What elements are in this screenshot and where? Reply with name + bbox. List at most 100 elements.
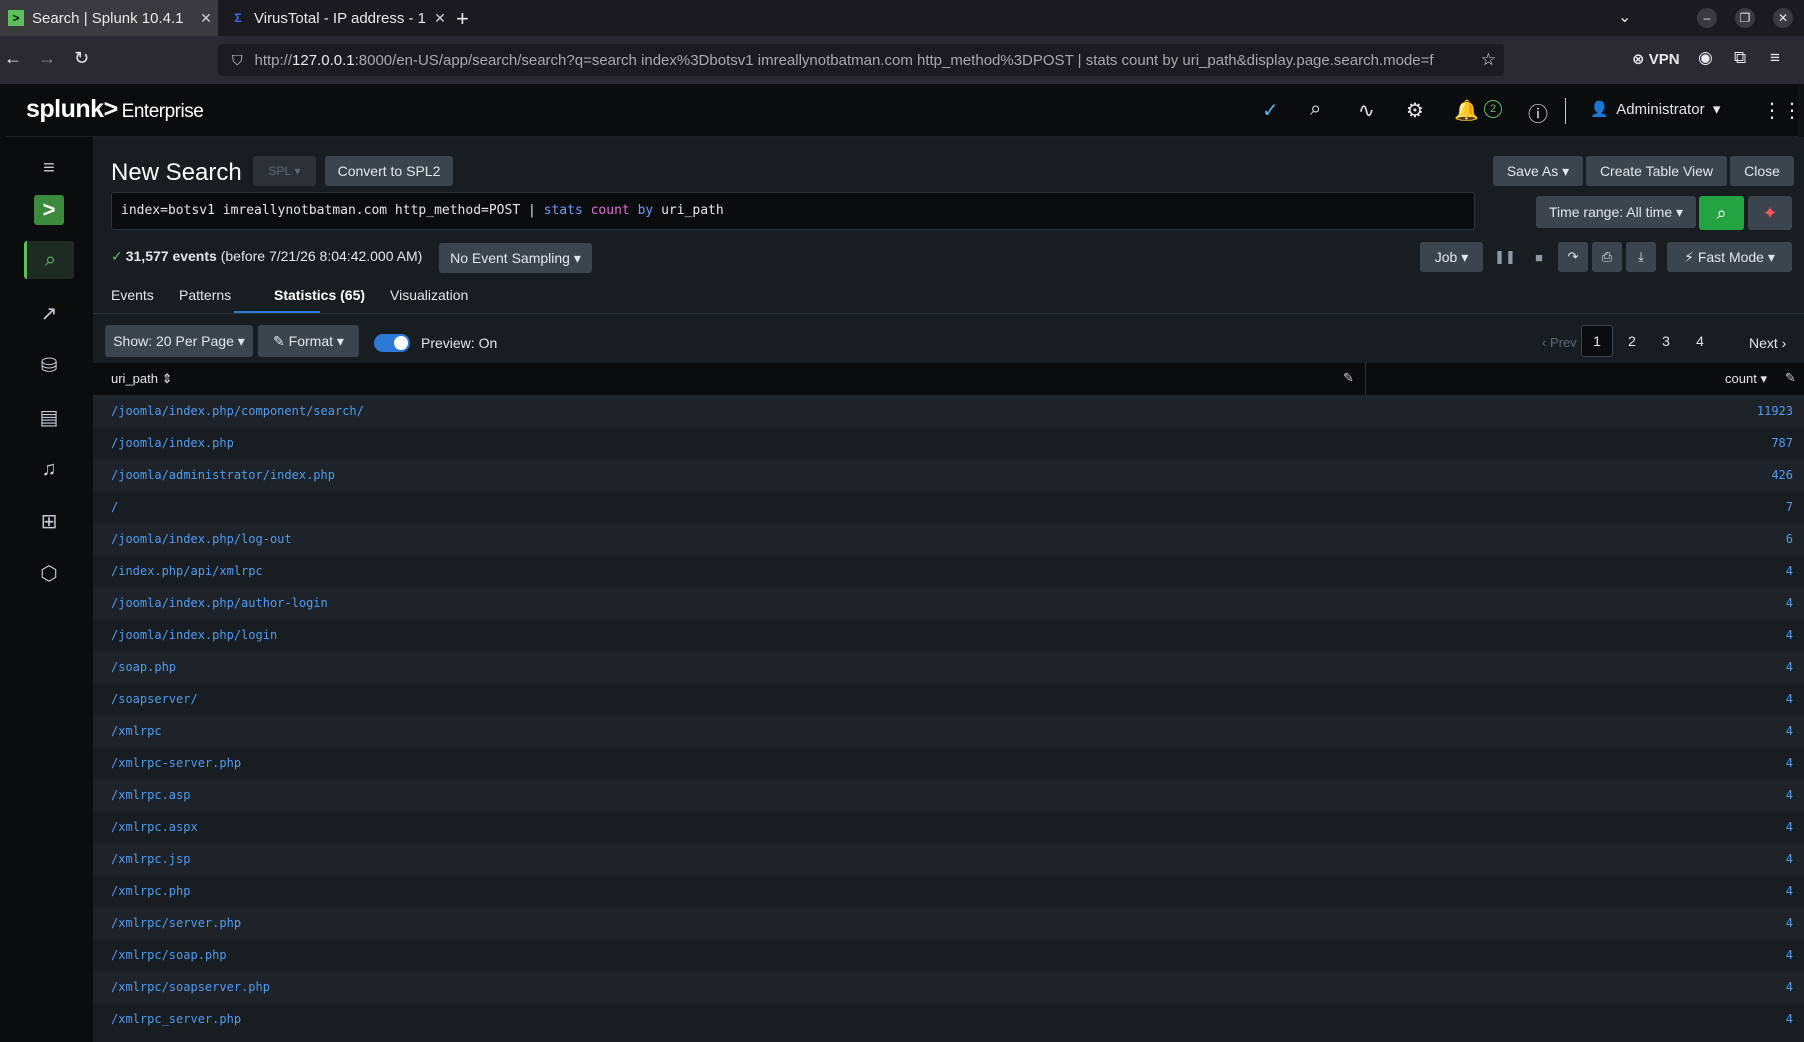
apps-grid-icon[interactable]: ⋮⋮ <box>1762 98 1802 123</box>
search-query-input[interactable]: index=botsv1 imreallynotbatman.com http_… <box>111 192 1475 230</box>
share-icon[interactable]: ↷ <box>1558 242 1588 272</box>
page-3-button[interactable]: 3 <box>1650 325 1682 357</box>
column-header-count[interactable]: count ▾ <box>1725 371 1767 387</box>
count-cell[interactable]: 4 <box>1786 724 1793 738</box>
count-cell[interactable]: 4 <box>1786 1012 1793 1026</box>
browser-tab-virustotal[interactable]: Σ VirusTotal - IP address - 1 ✕ <box>222 0 452 36</box>
help-icon[interactable]: ⓘ <box>1528 98 1548 127</box>
count-cell[interactable]: 4 <box>1786 980 1793 994</box>
export-download-icon[interactable]: ⤓ <box>1626 242 1656 272</box>
save-as-button[interactable]: Save As ▾ <box>1493 156 1583 186</box>
uri-path-cell[interactable]: /xmlrpc/soapserver.php <box>111 980 270 994</box>
vpn-indicator[interactable]: ⊗ VPN <box>1632 50 1680 68</box>
uri-path-cell[interactable]: /joomla/administrator/index.php <box>111 468 335 482</box>
count-cell[interactable]: 4 <box>1786 788 1793 802</box>
ai-assistant-sparkle-icon[interactable]: ✦ <box>1748 196 1792 230</box>
count-cell[interactable]: 4 <box>1786 692 1793 706</box>
health-check-icon[interactable]: ✓ <box>1262 98 1279 123</box>
count-cell[interactable]: 4 <box>1786 884 1793 898</box>
forward-icon[interactable]: → <box>38 48 56 69</box>
job-menu-button[interactable]: Job ▾ <box>1420 242 1483 272</box>
window-close-icon[interactable]: ✕ <box>1773 8 1793 28</box>
uri-path-cell[interactable]: /joomla/index.php/author-login <box>111 596 328 610</box>
format-dropdown[interactable]: ✎ Format ▾ <box>258 325 359 357</box>
edit-column-pencil-icon[interactable]: ✎ <box>1785 370 1796 386</box>
uri-path-cell[interactable]: /soapserver/ <box>111 692 198 706</box>
page-4-button[interactable]: 4 <box>1684 325 1716 357</box>
tab-patterns[interactable]: Patterns <box>179 287 231 303</box>
count-cell[interactable]: 4 <box>1786 820 1793 834</box>
count-cell[interactable]: 4 <box>1786 852 1793 866</box>
tab-visualization[interactable]: Visualization <box>390 287 468 303</box>
menu-icon[interactable]: ≡ <box>1770 48 1780 68</box>
activity-icon[interactable]: ∿ <box>1358 98 1375 123</box>
uri-path-cell[interactable]: /xmlrpc/server.php <box>111 916 241 930</box>
close-tab-icon[interactable]: ✕ <box>428 10 452 27</box>
count-cell[interactable]: 4 <box>1786 916 1793 930</box>
sidebar-datasets-icon[interactable]: ⛁ <box>24 346 74 384</box>
per-page-dropdown[interactable]: Show: 20 Per Page ▾ <box>105 325 253 357</box>
uri-path-cell[interactable]: /joomla/index.php/log-out <box>111 532 292 546</box>
uri-path-cell[interactable]: /xmlrpc.asp <box>111 788 190 802</box>
page-2-button[interactable]: 2 <box>1616 325 1648 357</box>
sidebar-analytics-icon[interactable]: ↗ <box>24 294 74 332</box>
sidebar-alerts-bell-icon[interactable]: ♫ <box>24 450 74 488</box>
restore-icon[interactable]: ❐ <box>1735 8 1755 28</box>
browser-tab-splunk[interactable]: > Search | Splunk 10.4.1 ✕ <box>0 0 218 36</box>
uri-path-cell[interactable]: /xmlrpc_server.php <box>111 1012 241 1026</box>
tab-statistics[interactable]: Statistics (65) <box>274 287 365 303</box>
url-bar[interactable]: ⛉ http://127.0.0.1:8000/en-US/app/search… <box>218 44 1504 76</box>
prev-page-button[interactable]: ‹ Prev <box>1542 335 1577 350</box>
sidebar-dashboards-icon[interactable]: ⊞ <box>24 502 74 540</box>
close-tab-icon[interactable]: ✕ <box>194 10 218 27</box>
account-icon[interactable]: ◉ <box>1698 48 1713 68</box>
sidebar-reports-icon[interactable]: ▤ <box>24 398 74 436</box>
splunk-logo[interactable]: splunk> Enterprise <box>26 95 204 124</box>
column-header-uri-path[interactable]: uri_path ⇕ <box>111 371 173 387</box>
hamburger-menu-icon[interactable]: ≡ <box>24 149 74 187</box>
tab-list-chevron-icon[interactable]: ⌄ <box>1618 7 1631 27</box>
uri-path-cell[interactable]: / <box>111 500 118 514</box>
preview-toggle[interactable] <box>374 334 410 352</box>
page-1-button[interactable]: 1 <box>1581 325 1613 357</box>
search-mode-dropdown[interactable]: ⚡ Fast Mode ▾ <box>1667 242 1792 272</box>
uri-path-cell[interactable]: /xmlrpc.jsp <box>111 852 190 866</box>
sidebar-apps-cube-icon[interactable]: ⬡ <box>24 554 74 592</box>
edit-column-pencil-icon[interactable]: ✎ <box>1343 370 1354 386</box>
user-menu[interactable]: 👤 Administrator ▾ <box>1590 100 1720 118</box>
reload-icon[interactable]: ↻ <box>74 48 89 69</box>
stop-icon[interactable]: ■ <box>1524 242 1554 272</box>
event-sampling-dropdown[interactable]: No Event Sampling ▾ <box>439 243 592 273</box>
search-app-icon[interactable]: > <box>34 195 64 225</box>
notifications-bell-icon[interactable]: 🔔 <box>1454 98 1479 123</box>
count-cell[interactable]: 7 <box>1786 500 1793 514</box>
next-page-button[interactable]: Next › <box>1749 335 1786 351</box>
sidebar-search-icon[interactable]: ⌕ <box>24 241 74 279</box>
back-icon[interactable]: ← <box>4 48 22 69</box>
site-security-icon[interactable]: ⛉ <box>232 52 243 69</box>
print-icon[interactable]: ⎙ <box>1592 242 1622 272</box>
count-cell[interactable]: 4 <box>1786 564 1793 578</box>
pause-icon[interactable]: ❚❚ <box>1490 242 1520 272</box>
uri-path-cell[interactable]: /joomla/index.php <box>111 436 234 450</box>
count-cell[interactable]: 4 <box>1786 948 1793 962</box>
minimize-icon[interactable]: – <box>1697 8 1717 28</box>
time-range-picker[interactable]: Time range: All time ▾ <box>1536 196 1696 228</box>
count-cell[interactable]: 6 <box>1786 532 1793 546</box>
uri-path-cell[interactable]: /joomla/index.php/login <box>111 628 277 642</box>
count-cell[interactable]: 11923 <box>1757 404 1793 418</box>
settings-gear-icon[interactable]: ⚙ <box>1406 98 1424 123</box>
uri-path-cell[interactable]: /xmlrpc.aspx <box>111 820 198 834</box>
count-cell[interactable]: 787 <box>1771 436 1793 450</box>
count-cell[interactable]: 426 <box>1771 468 1793 482</box>
search-icon[interactable]: ⌕ <box>1310 98 1321 121</box>
close-button[interactable]: Close <box>1730 156 1794 186</box>
convert-to-spl2-button[interactable]: Convert to SPL2 <box>325 156 453 186</box>
uri-path-cell[interactable]: /joomla/index.php/component/search/ <box>111 404 364 418</box>
uri-path-cell[interactable]: /xmlrpc/soap.php <box>111 948 227 962</box>
uri-path-cell[interactable]: /soap.php <box>111 660 176 674</box>
create-table-view-button[interactable]: Create Table View <box>1586 156 1727 186</box>
uri-path-cell[interactable]: /xmlrpc.php <box>111 884 190 898</box>
count-cell[interactable]: 4 <box>1786 628 1793 642</box>
uri-path-cell[interactable]: /xmlrpc <box>111 724 162 738</box>
